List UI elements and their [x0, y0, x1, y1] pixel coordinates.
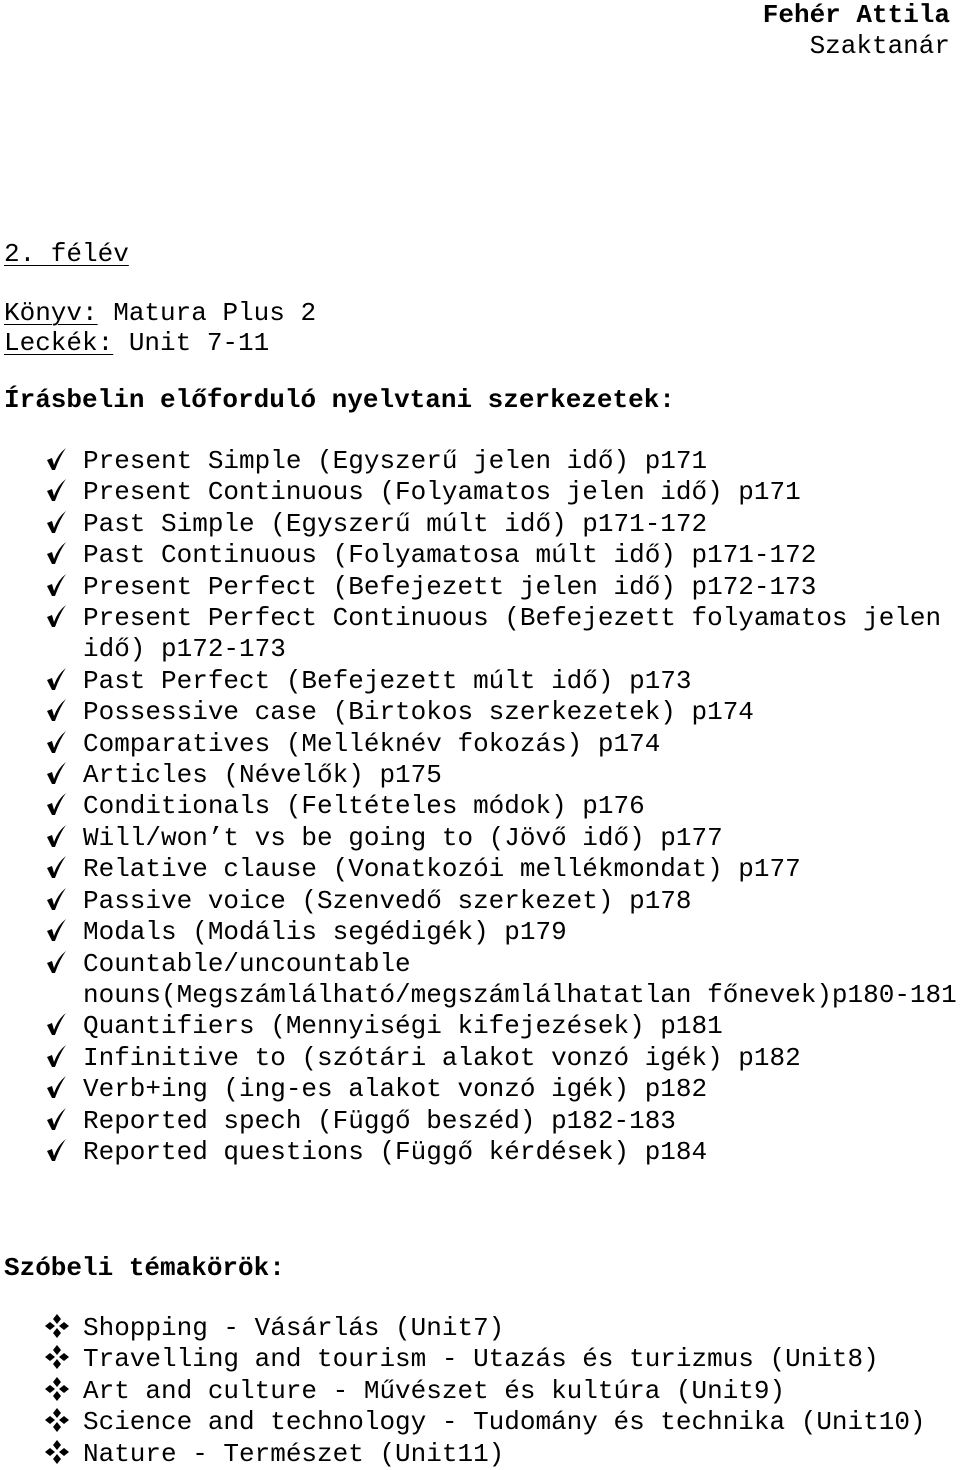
grammar-item: Verb+ing (ing-es alakot vonzó igék) p182	[0, 1074, 960, 1105]
check-mark-icon	[44, 1043, 74, 1074]
grammar-item-text: Passive voice (Szenvedő szerkezet) p178	[83, 885, 692, 916]
four-diamond-bullet-icon	[44, 1407, 74, 1438]
four-diamond-bullet-icon	[44, 1313, 74, 1344]
oral-topic-item-text: Art and culture - Művészet és kultúra (U…	[83, 1375, 786, 1406]
grammar-item: Present Perfect (Befejezett jelen idő) p…	[0, 572, 960, 603]
grammar-item-text: Relative clause (Vonatkozói mellékmondat…	[83, 854, 801, 885]
check-mark-icon	[44, 760, 74, 791]
grammar-item-text: Articles (Névelők) p175	[83, 760, 442, 791]
grammar-item-text: Present Perfect Continuous (Befejezett f…	[83, 603, 942, 665]
grammar-item-text: Past Continuous (Folyamatosa múlt idő) p…	[83, 540, 817, 571]
grammar-item-text: Infinitive to (szótári alakot vonzó igék…	[83, 1042, 801, 1073]
grammar-item: Infinitive to (szótári alakot vonzó igék…	[0, 1043, 960, 1074]
grammar-item-text: Conditionals (Feltételes módok) p176	[83, 791, 645, 822]
check-mark-icon	[44, 854, 74, 885]
four-diamond-bullet-icon	[44, 1439, 74, 1470]
grammar-item: Past Perfect (Befejezett múlt idő) p173	[0, 666, 960, 697]
grammar-item: Past Simple (Egyszerű múlt idő) p171-172	[0, 509, 960, 540]
lessons-line: Leckék: Unit 7-11	[4, 330, 269, 356]
grammar-item: Quantifiers (Mennyiségi kifejezések) p18…	[0, 1011, 960, 1042]
check-mark-icon	[44, 477, 74, 508]
grammar-list: Present Simple (Egyszerű jelen idő) p171…	[0, 446, 960, 1168]
grammar-item-text: Will/won’t vs be going to (Jövő idő) p17…	[83, 822, 723, 853]
grammar-item-text: Reported questions (Függő kérdések) p184	[83, 1136, 708, 1167]
check-mark-icon	[44, 446, 74, 477]
grammar-item-text: Quantifiers (Mennyiségi kifejezések) p18…	[83, 1011, 723, 1042]
grammar-item: Modals (Modális segédigék) p179	[0, 917, 960, 948]
grammar-item: Articles (Névelők) p175	[0, 760, 960, 791]
grammar-item: Present Continuous (Folyamatos jelen idő…	[0, 477, 960, 508]
check-mark-icon	[44, 697, 74, 728]
grammar-item: Reported questions (Függő kérdések) p184	[0, 1137, 960, 1168]
oral-topic-item-text: Shopping - Vásárlás (Unit7)	[83, 1313, 505, 1343]
oral-topic-item-text: Science and technology - Tudomány és tec…	[83, 1407, 926, 1438]
grammar-item: Conditionals (Feltételes módok) p176	[0, 791, 960, 822]
semester-heading: 2. félév	[4, 239, 129, 269]
grammar-item-text: Past Simple (Egyszerű múlt idő) p171-172	[83, 508, 708, 539]
grammar-item: Present Simple (Egyszerű jelen idő) p171	[0, 446, 960, 477]
check-mark-icon	[44, 572, 74, 603]
check-mark-icon	[44, 729, 74, 760]
oral-topic-item-text: Travelling and tourism - Utazás és turiz…	[83, 1344, 879, 1375]
written-section-title: Írásbelin előforduló nyelvtani szerkezet…	[4, 385, 675, 415]
grammar-item-text: Present Perfect (Befejezett jelen idő) p…	[83, 571, 817, 602]
oral-topic-item: Science and technology - Tudomány és tec…	[0, 1407, 960, 1438]
grammar-item: Countable/uncountable nouns(Megszámlálha…	[0, 949, 960, 1012]
check-mark-icon	[44, 1074, 74, 1105]
check-mark-icon	[44, 603, 74, 634]
check-mark-icon	[44, 917, 74, 948]
check-mark-icon	[44, 949, 74, 980]
grammar-item-text: Present Simple (Egyszerű jelen idő) p171	[83, 446, 708, 476]
grammar-item: Comparatives (Melléknév fokozás) p174	[0, 729, 960, 760]
four-diamond-bullet-icon	[44, 1376, 74, 1407]
grammar-item-text: Comparatives (Melléknév fokozás) p174	[83, 728, 661, 759]
lessons-value: Unit 7-11	[113, 328, 270, 358]
grammar-item: Will/won’t vs be going to (Jövő idő) p17…	[0, 823, 960, 854]
grammar-item-text: Past Perfect (Befejezett múlt idő) p173	[83, 665, 692, 696]
grammar-item: Passive voice (Szenvedő szerkezet) p178	[0, 886, 960, 917]
oral-topics-list: Shopping - Vásárlás (Unit7) Travelling an…	[0, 1313, 960, 1470]
oral-topic-item: Travelling and tourism - Utazás és turiz…	[0, 1344, 960, 1375]
oral-section-title: Szóbeli témakörök:	[4, 1253, 285, 1283]
author-name: Fehér Attila	[762, 0, 950, 30]
grammar-item: Present Perfect Continuous (Befejezett f…	[0, 603, 960, 666]
grammar-item-text: Countable/uncountable nouns(Megszámlálha…	[83, 948, 957, 1010]
check-mark-icon	[44, 666, 74, 697]
grammar-item-text: Modals (Modális segédigék) p179	[83, 917, 567, 948]
four-diamond-bullet-icon	[44, 1344, 74, 1375]
check-mark-icon	[44, 1137, 74, 1168]
check-mark-icon	[44, 823, 74, 854]
check-mark-icon	[44, 886, 74, 917]
check-mark-icon	[44, 1106, 74, 1137]
book-line: Könyv: Matura Plus 2	[4, 300, 316, 326]
oral-topic-item: Art and culture - Művészet és kultúra (U…	[0, 1376, 960, 1407]
grammar-item: Reported spech (Függő beszéd) p182-183	[0, 1106, 960, 1137]
oral-topic-item: Nature - Természet (Unit11)	[0, 1439, 960, 1470]
check-mark-icon	[44, 1011, 74, 1042]
check-mark-icon	[44, 791, 74, 822]
check-mark-icon	[44, 509, 74, 540]
lessons-label: Leckék:	[4, 328, 114, 358]
author-role: Szaktanár	[809, 31, 950, 61]
grammar-item-text: Verb+ing (ing-es alakot vonzó igék) p182	[83, 1074, 708, 1105]
book-label: Könyv:	[4, 298, 98, 328]
grammar-item: Past Continuous (Folyamatosa múlt idő) p…	[0, 540, 960, 571]
grammar-item-text: Possessive case (Birtokos szerkezetek) p…	[83, 697, 754, 728]
book-value: Matura Plus 2	[97, 298, 317, 328]
grammar-item-text: Present Continuous (Folyamatos jelen idő…	[83, 477, 801, 508]
grammar-item: Possessive case (Birtokos szerkezetek) p…	[0, 697, 960, 728]
oral-topic-item: Shopping - Vásárlás (Unit7)	[0, 1313, 960, 1344]
oral-topic-item-text: Nature - Természet (Unit11)	[83, 1438, 505, 1469]
grammar-item-text: Reported spech (Függő beszéd) p182-183	[83, 1105, 676, 1136]
check-mark-icon	[44, 540, 74, 571]
grammar-item: Relative clause (Vonatkozói mellékmondat…	[0, 854, 960, 885]
